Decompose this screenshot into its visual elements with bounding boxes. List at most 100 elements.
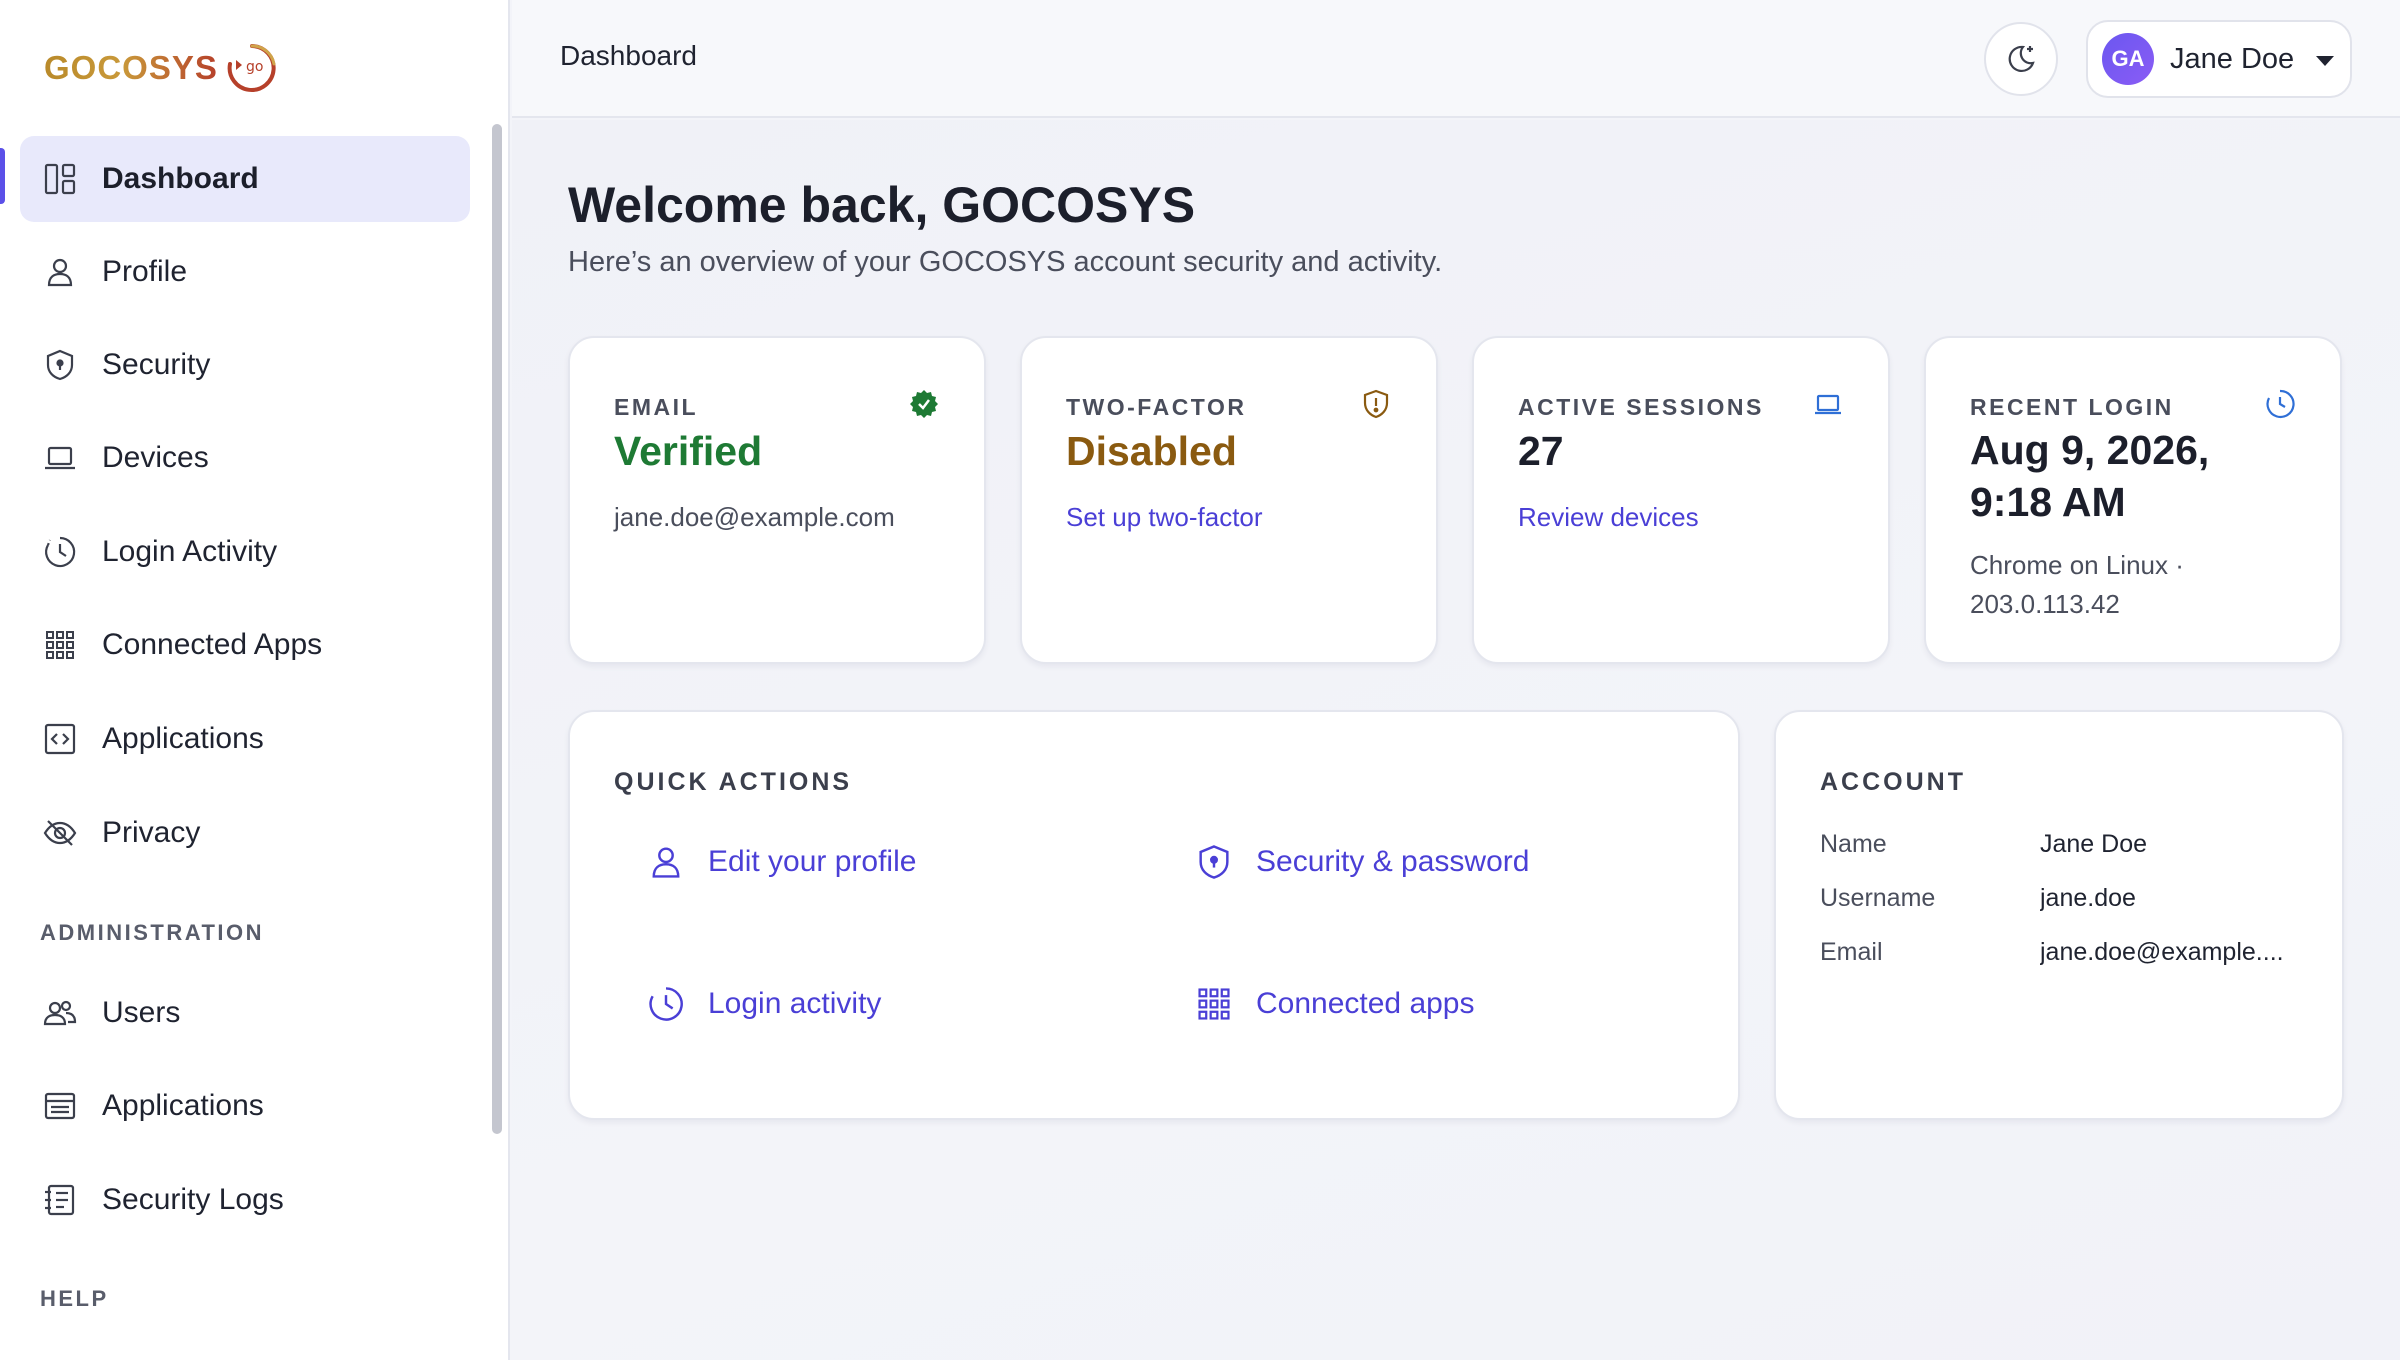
recent-login-time: 9:18 AM	[1970, 479, 2126, 525]
chevron-down-icon	[2316, 56, 2334, 66]
welcome-heading: Welcome back, GOCOSYS	[568, 177, 1196, 233]
active-sessions-count: 27	[1518, 428, 1564, 474]
quick-action-label: Security & password	[1256, 845, 1530, 878]
sidebar-item-dashboard[interactable]: Dashboard	[20, 136, 470, 222]
stat-label: RECENT LOGIN	[1970, 394, 2174, 420]
shield-icon	[1192, 840, 1236, 884]
svg-text:go: go	[246, 59, 263, 75]
account-heading: ACCOUNT	[1820, 768, 1966, 796]
users-icon	[40, 993, 80, 1033]
sidebar-item-applications[interactable]: Applications	[20, 696, 470, 782]
two-factor-status-value: Disabled	[1066, 428, 1237, 474]
recent-login-details: Chrome on Linux · 203.0.113.42	[1970, 546, 2310, 624]
recent-login-ip: 203.0.113.42	[1970, 589, 2120, 619]
account-row-username: Username jane.doe	[1820, 884, 2290, 913]
grid-icon	[1192, 982, 1236, 1026]
sidebar-item-connected-apps[interactable]: Connected Apps	[20, 602, 470, 688]
section-label-help: HELP	[40, 1286, 109, 1311]
shield-alert-icon	[1363, 389, 1389, 419]
sidebar-scrollbar[interactable]	[492, 124, 502, 1134]
sidebar-item-privacy[interactable]: Privacy	[20, 790, 470, 876]
sidebar-item-label: Applications	[102, 722, 264, 755]
quick-action-label: Login activity	[708, 987, 882, 1020]
sidebar-item-label: Profile	[102, 255, 188, 288]
email-status-card: EMAIL Verified jane.doe@example.com	[568, 336, 986, 664]
connected-apps-action[interactable]: Connected apps	[1192, 982, 1475, 1026]
laptop-icon	[40, 438, 80, 478]
recent-login-datetime: Aug 9, 2026, 9:18 AM	[1970, 424, 2209, 528]
avatar: GA	[2102, 33, 2154, 85]
recent-login-card: RECENT LOGIN Aug 9, 2026, 9:18 AM Chrome…	[1924, 336, 2342, 664]
eye-off-icon	[40, 813, 80, 853]
stat-label: ACTIVE SESSIONS	[1518, 394, 1764, 420]
logo-mark-icon: go	[227, 44, 276, 92]
account-card: ACCOUNT Name Jane Doe Username jane.doe …	[1774, 710, 2344, 1120]
sidebar-item-profile[interactable]: Profile	[20, 229, 470, 315]
sidebar-item-label: Security Logs	[102, 1183, 284, 1216]
verified-badge-icon	[910, 390, 938, 418]
sidebar-item-label: Login Activity	[102, 535, 278, 568]
quick-action-label: Edit your profile	[708, 845, 917, 878]
clock-icon	[40, 532, 80, 572]
active-indicator	[0, 148, 5, 204]
account-key: Name	[1820, 830, 1887, 858]
user-name: Jane Doe	[2170, 42, 2295, 75]
account-row-email: Email jane.doe@example....	[1820, 938, 2290, 967]
edit-profile-action[interactable]: Edit your profile	[644, 840, 916, 884]
log-list-icon	[40, 1180, 80, 1220]
logo-text: GOCOSYS	[44, 49, 218, 86]
sidebar-item-users[interactable]: Users	[20, 970, 470, 1056]
quick-actions-card: QUICK ACTIONS Edit your profile Security…	[568, 710, 1740, 1120]
account-value: jane.doe	[2040, 884, 2136, 912]
sidebar-item-label: Security	[102, 348, 211, 381]
sidebar-item-security[interactable]: Security	[20, 322, 470, 408]
recent-login-browser: Chrome on Linux ·	[1970, 550, 2184, 580]
welcome-subtitle: Here’s an overview of your GOCOSYS accou…	[568, 246, 1443, 278]
grid-icon	[40, 625, 80, 665]
account-value: Jane Doe	[2040, 830, 2148, 858]
two-factor-card: TWO-FACTOR Disabled Set up two-factor	[1020, 336, 1438, 664]
sidebar-item-label: Privacy	[102, 816, 201, 849]
shield-icon	[40, 345, 80, 385]
user-icon	[644, 840, 688, 884]
quick-actions-heading: QUICK ACTIONS	[614, 768, 853, 796]
brand-logo[interactable]: GOCOSYS go	[44, 36, 282, 100]
sidebar-item-security-logs[interactable]: Security Logs	[20, 1157, 470, 1243]
user-menu-button[interactable]: GA Jane Doe	[2086, 20, 2352, 98]
quick-action-label: Connected apps	[1256, 987, 1475, 1020]
sidebar-item-login-activity[interactable]: Login Activity	[20, 509, 470, 595]
login-activity-action[interactable]: Login activity	[644, 982, 881, 1026]
theme-toggle-button[interactable]	[1984, 22, 2058, 96]
clock-icon	[2266, 389, 2295, 419]
sidebar-item-admin-applications[interactable]: Applications	[20, 1063, 470, 1149]
email-address: jane.doe@example.com	[614, 502, 895, 532]
laptop-icon	[1815, 394, 1841, 415]
sidebar-item-label: Devices	[102, 441, 209, 474]
sidebar-item-label: Connected Apps	[102, 628, 323, 661]
sidebar-item-label: Dashboard	[102, 162, 259, 195]
stat-label: TWO-FACTOR	[1066, 394, 1247, 420]
account-key: Email	[1820, 938, 1883, 966]
active-sessions-card: ACTIVE SESSIONS 27 Review devices	[1472, 336, 1890, 664]
security-password-action[interactable]: Security & password	[1192, 840, 1529, 884]
page-title: Dashboard	[560, 40, 697, 71]
account-row-name: Name Jane Doe	[1820, 830, 2290, 859]
user-icon	[40, 252, 80, 292]
recent-login-date: Aug 9, 2026,	[1970, 427, 2210, 473]
sidebar-item-label: Users	[102, 996, 181, 1029]
sidebar-item-devices[interactable]: Devices	[20, 415, 470, 501]
review-devices-link[interactable]: Review devices	[1518, 498, 1858, 537]
top-header: Dashboard GA Jane Doe	[512, 0, 2400, 118]
section-label-administration: ADMINISTRATION	[40, 920, 265, 945]
account-key: Username	[1820, 884, 1936, 912]
dashboard-icon	[40, 159, 80, 199]
sidebar: GOCOSYS go Dashboard Profile Security De…	[0, 0, 510, 1360]
clock-icon	[644, 982, 688, 1026]
account-value: jane.doe@example....	[2040, 938, 2284, 966]
setup-two-factor-link[interactable]: Set up two-factor	[1066, 498, 1406, 537]
main-content: Welcome back, GOCOSYS Here’s an overview…	[512, 120, 2400, 1360]
stat-label: EMAIL	[614, 394, 699, 420]
sidebar-item-label: Applications	[102, 1089, 264, 1122]
moon-icon	[2008, 45, 2035, 73]
browser-window-icon	[40, 1086, 80, 1126]
